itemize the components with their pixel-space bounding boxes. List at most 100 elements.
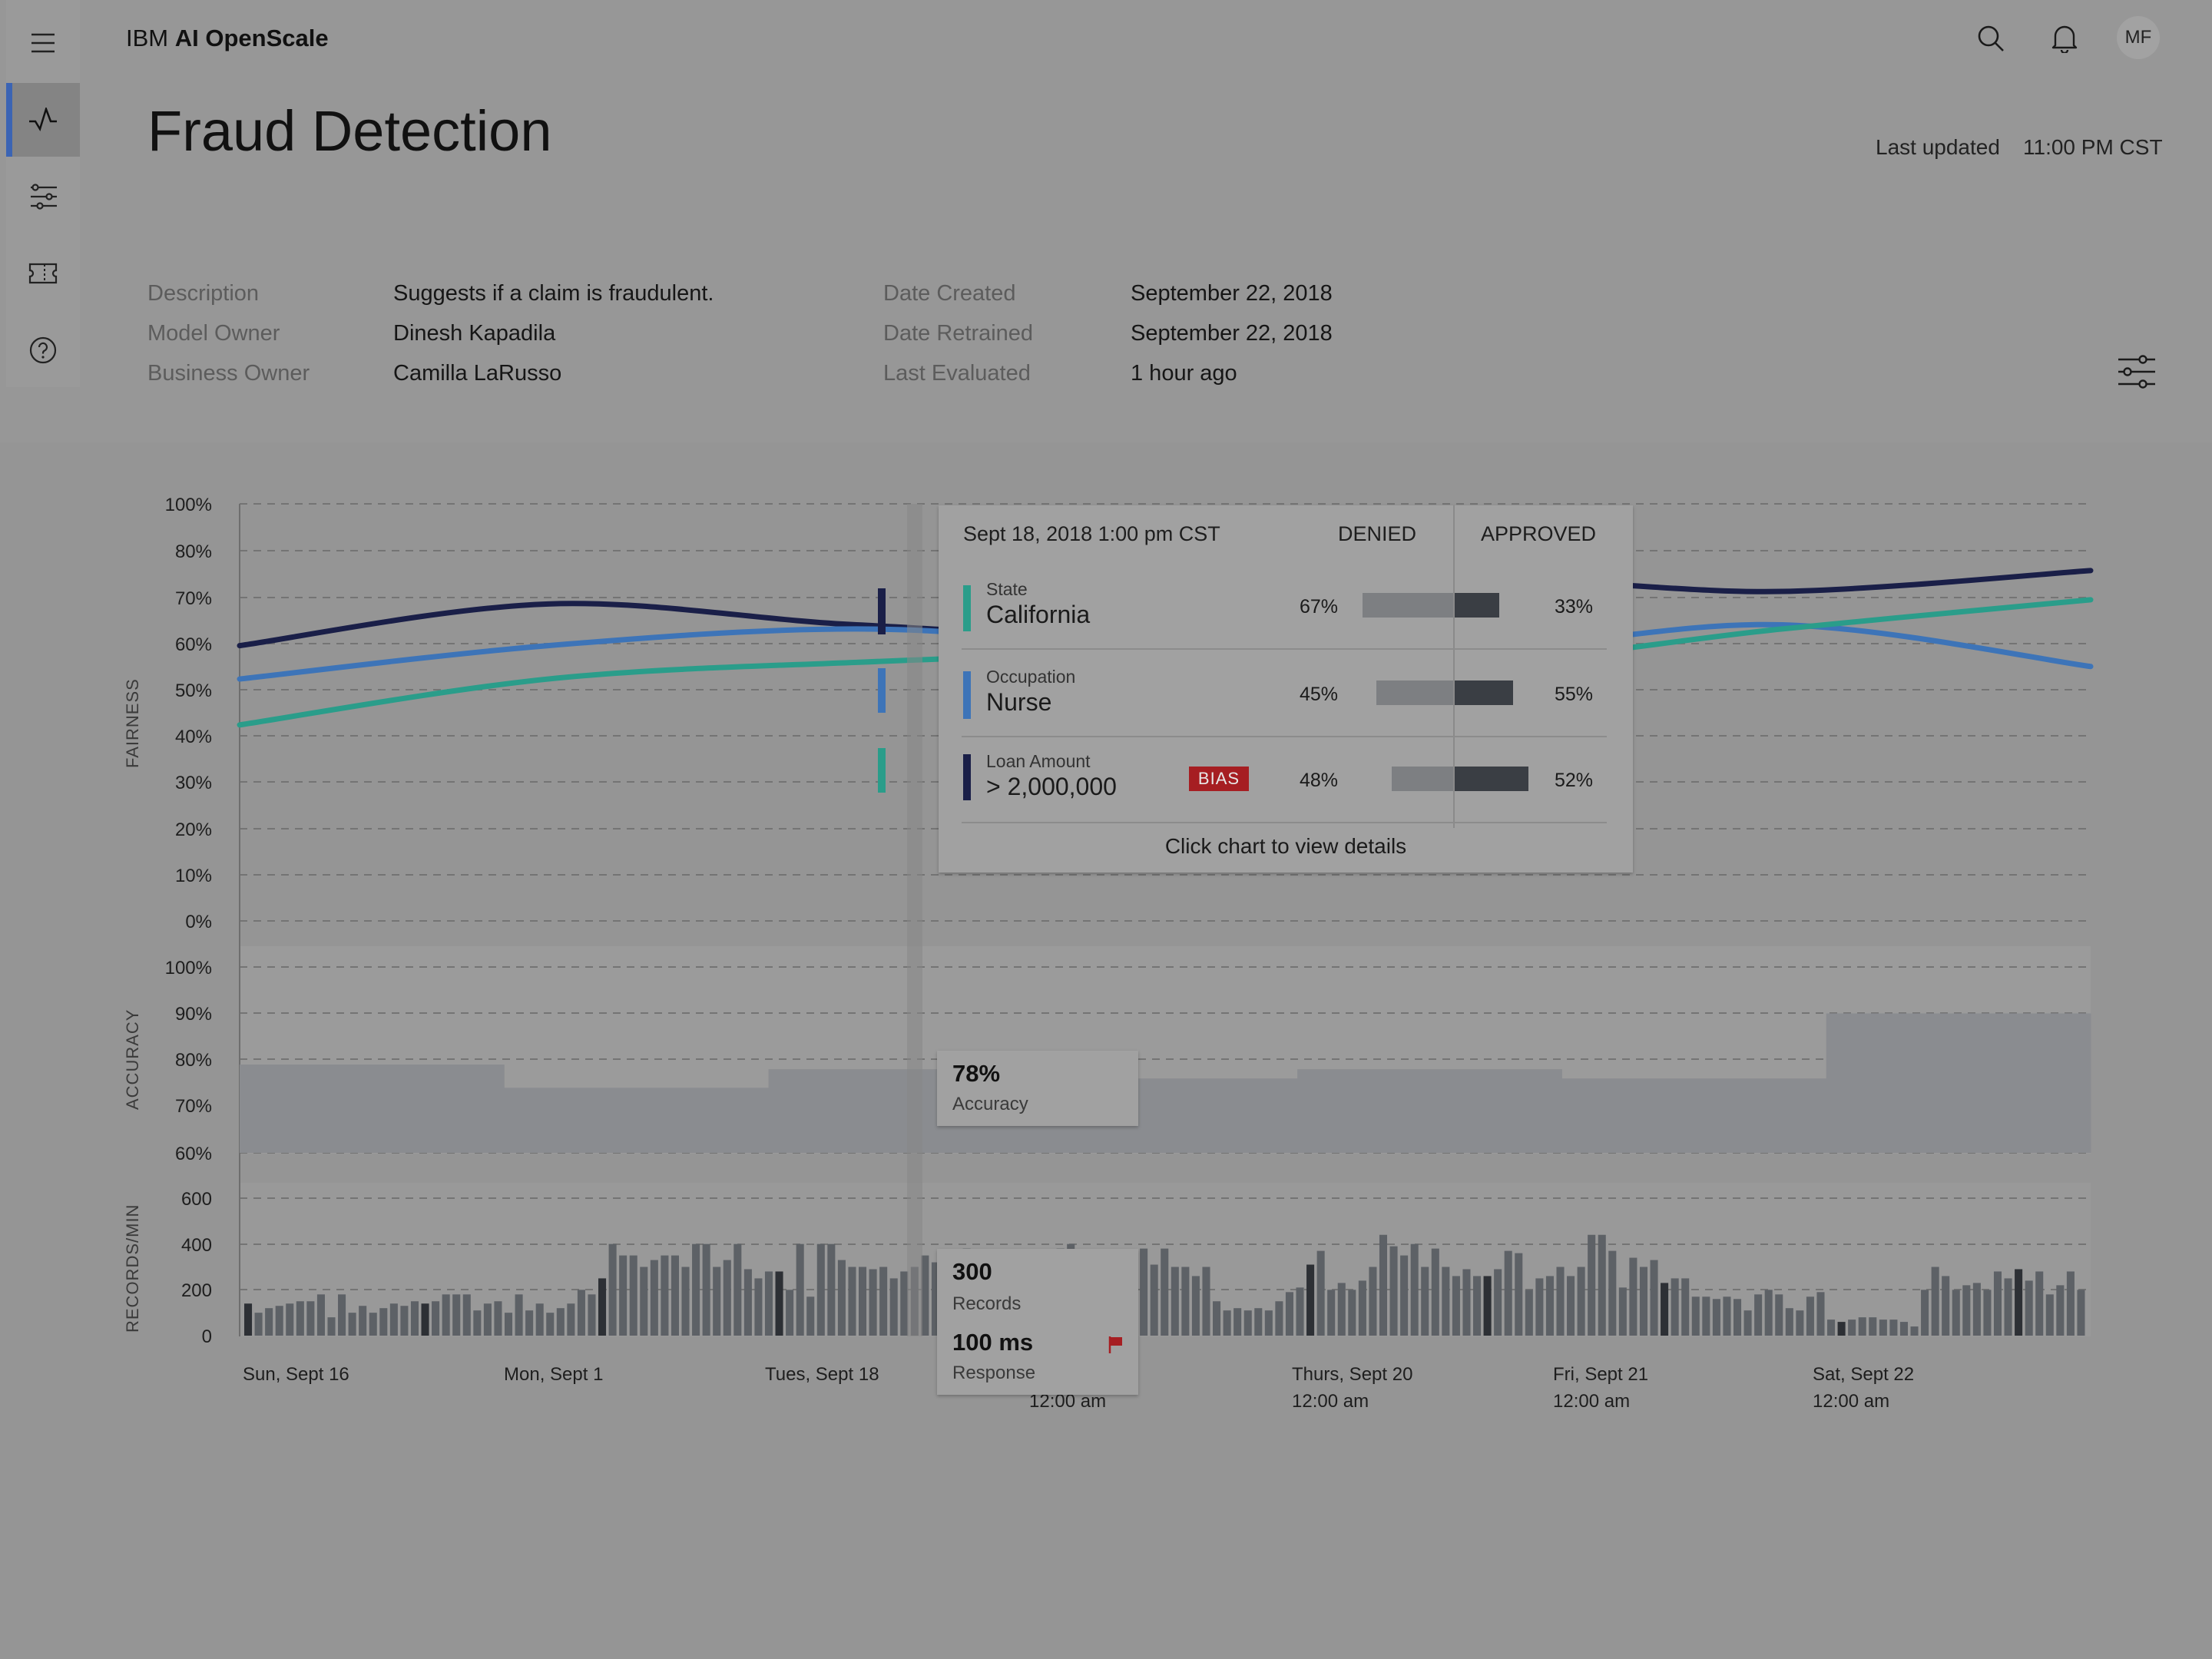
- records-bar: [1952, 1290, 1960, 1336]
- records-bar: [515, 1294, 523, 1336]
- records-bar: [296, 1301, 304, 1336]
- records-bar: [1400, 1255, 1409, 1336]
- records-bar: [723, 1260, 731, 1336]
- accuracy-value: 78%: [952, 1060, 1001, 1087]
- records-bar: [1931, 1267, 1939, 1336]
- records-bar: [869, 1269, 877, 1336]
- denied-percent: 67%: [1300, 596, 1339, 618]
- records-bar: [1285, 1292, 1293, 1336]
- records-bar: [1348, 1290, 1356, 1336]
- records-bar: [389, 1303, 398, 1336]
- accuracy-bar: [1826, 1013, 2091, 1153]
- records-bar: [764, 1271, 773, 1336]
- records-bar: [556, 1308, 565, 1336]
- approved-percent: 55%: [1555, 684, 1594, 705]
- records-bar: [265, 1308, 273, 1336]
- records-bar: [1473, 1276, 1482, 1336]
- loan-color-swatch: [963, 754, 971, 800]
- records-bar: [661, 1255, 669, 1336]
- records-bar: [1556, 1267, 1565, 1336]
- fairness-tick-label: 30%: [175, 773, 212, 793]
- accuracy-tick-label: 60%: [175, 1144, 212, 1164]
- accuracy-bar: [240, 1065, 505, 1153]
- records-bar: [546, 1313, 555, 1336]
- records-bar: [2004, 1278, 2012, 1336]
- row-divider: [962, 648, 1607, 650]
- records-bar: [889, 1278, 898, 1336]
- records-bar: [2015, 1269, 2023, 1336]
- records-bar: [1431, 1248, 1439, 1336]
- response-value: 100 ms: [952, 1329, 1034, 1356]
- records-bar: [692, 1243, 700, 1336]
- records-bar: [1983, 1290, 1992, 1336]
- records-bar: [1827, 1320, 1836, 1336]
- denied-column-header: DENIED: [1338, 522, 1417, 545]
- accuracy-tick-label: 90%: [175, 1004, 212, 1025]
- records-bar: [775, 1271, 783, 1336]
- x-tick-sublabel: 12:00 am: [1292, 1391, 1369, 1412]
- records-bar: [2035, 1271, 2044, 1336]
- records-bar: [1264, 1310, 1273, 1336]
- records-bar: [1421, 1267, 1429, 1336]
- records-bar: [640, 1267, 648, 1336]
- records-bar: [1910, 1326, 1919, 1336]
- records-bar: [1671, 1278, 1679, 1336]
- records-bar: [1243, 1310, 1252, 1336]
- fairness-tick-label: 60%: [175, 634, 212, 655]
- records-bar: [1858, 1317, 1866, 1336]
- hover-cursor-band: [907, 504, 922, 1336]
- records-bar: [713, 1267, 721, 1336]
- records-bar: [598, 1278, 607, 1336]
- records-bar: [1816, 1292, 1825, 1336]
- records-bar: [452, 1294, 461, 1336]
- denied-percent: 45%: [1300, 684, 1339, 705]
- fairness-axis-title: FAIRNESS: [123, 678, 142, 768]
- records-bar: [369, 1313, 377, 1336]
- records-bar: [1545, 1276, 1554, 1336]
- approved-column-header: APPROVED: [1481, 522, 1597, 545]
- records-bar: [483, 1303, 492, 1336]
- records-bar: [338, 1294, 346, 1336]
- records-bar: [1837, 1322, 1846, 1336]
- records-bar: [2025, 1280, 2033, 1336]
- flag-icon: [1108, 1336, 1122, 1353]
- records-bar: [525, 1310, 534, 1336]
- records-bar: [535, 1303, 544, 1336]
- fairness-tick-label: 0%: [185, 912, 212, 932]
- records-bar: [1806, 1296, 1814, 1336]
- tooltip-footer[interactable]: Click chart to view details: [939, 834, 1633, 859]
- records-bar: [348, 1313, 356, 1336]
- records-bar: [608, 1243, 617, 1336]
- records-bar: [1848, 1320, 1856, 1336]
- records-bar: [1379, 1234, 1388, 1336]
- records-bar: [1181, 1267, 1190, 1336]
- accuracy-tooltip: 78% Accuracy: [937, 1051, 1138, 1126]
- records-value: 300: [952, 1258, 992, 1285]
- records-bar: [816, 1243, 825, 1336]
- records-bar: [1504, 1250, 1512, 1336]
- x-tick-label: Mon, Sept 1: [504, 1364, 603, 1385]
- records-bar: [1161, 1248, 1169, 1336]
- records-bar: [1723, 1296, 1731, 1336]
- records-bar: [1899, 1322, 1908, 1336]
- records-bar: [1327, 1290, 1336, 1336]
- records-bar: [1462, 1269, 1471, 1336]
- x-tick-sublabel: 12:00 am: [1813, 1391, 1889, 1412]
- accuracy-bar: [504, 1088, 770, 1153]
- records-bar: [1588, 1234, 1596, 1336]
- fairness-tooltip: Sept 18, 2018 1:00 pm CST DENIED APPROVE…: [939, 505, 1633, 873]
- records-bar: [1889, 1320, 1898, 1336]
- records-bar: [494, 1301, 502, 1336]
- records-bar: [1452, 1276, 1460, 1336]
- accuracy-bar: [1297, 1069, 1562, 1153]
- row-divider: [962, 736, 1607, 737]
- tooltip-timestamp: Sept 18, 2018 1:00 pm CST: [963, 522, 1220, 545]
- records-bar: [1993, 1271, 2002, 1336]
- records-label: Records: [952, 1293, 1022, 1314]
- fairness-tick-label: 10%: [175, 866, 212, 886]
- records-bar: [1494, 1269, 1502, 1336]
- records-bar: [577, 1290, 585, 1336]
- records-bar: [410, 1301, 419, 1336]
- records-bar: [671, 1255, 679, 1336]
- records-bar: [681, 1267, 690, 1336]
